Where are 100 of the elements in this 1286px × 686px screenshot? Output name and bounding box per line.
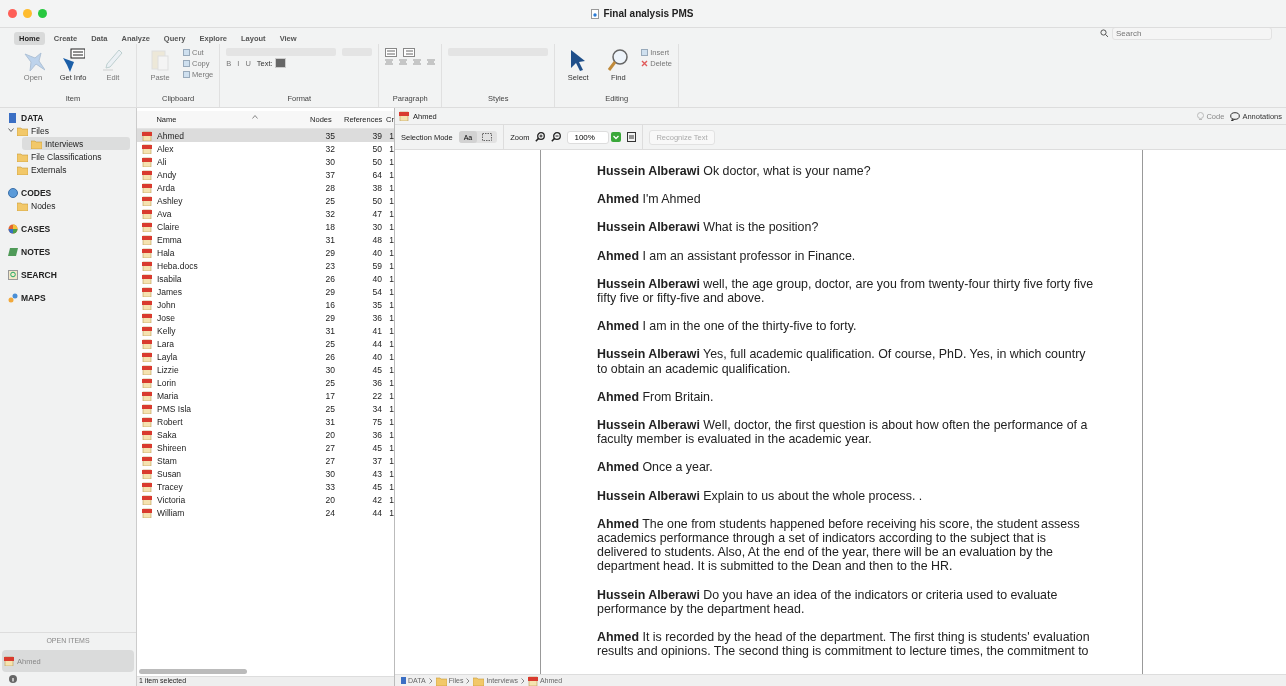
file-row[interactable]: Claire 18 30 1 (137, 220, 394, 233)
file-row[interactable]: Lizzie 30 45 1 (137, 363, 394, 376)
file-row[interactable]: Arda 28 38 1 (137, 181, 394, 194)
file-row[interactable]: Layla 26 40 1 (137, 350, 394, 363)
chevron-right-icon (520, 677, 525, 684)
file-icon (142, 182, 152, 193)
table-cell-text: 1 (388, 481, 394, 492)
file-icon (4, 656, 14, 666)
file-icon (142, 364, 152, 375)
file-icon (142, 273, 152, 284)
table-cell-text: 1 (388, 325, 394, 336)
zoom-button[interactable] (38, 9, 47, 18)
table-cell-text: 45 (371, 481, 382, 492)
chevron-down-icon (8, 127, 14, 133)
sidebar-section[interactable]: SEARCH (8, 268, 130, 281)
file-row[interactable]: Emma 31 48 1 (137, 233, 394, 246)
sidebar-section[interactable]: MAPS (8, 291, 130, 304)
file-icon (527, 675, 538, 686)
file-row[interactable]: Isabila 26 40 1 (137, 272, 394, 285)
tree-item[interactable]: Externals (8, 163, 130, 176)
minimize-button[interactable] (23, 9, 32, 18)
chevron-right-icon (428, 677, 433, 684)
file-row[interactable]: Alex 32 50 1 (137, 142, 394, 155)
file-row[interactable]: Lorin 25 36 1 (137, 376, 394, 389)
table-cell-text: Lorin (157, 377, 177, 388)
database-icon (401, 677, 406, 684)
file-icon (142, 325, 152, 336)
file-row[interactable]: Ava 32 47 1 (137, 207, 394, 220)
file-row[interactable]: Hala 29 40 1 (137, 246, 394, 259)
sidebar-section[interactable]: DATA (8, 111, 130, 124)
table-cell-text: 38 (371, 182, 382, 193)
file-row[interactable]: Maria 17 22 1 (137, 389, 394, 402)
file-row[interactable]: Kelly 31 41 1 (137, 324, 394, 337)
file-row[interactable]: Stam 27 37 1 (137, 454, 394, 467)
folder-icon (17, 151, 28, 162)
table-cell-text: 43 (371, 468, 382, 479)
sidebar-section[interactable]: NOTES (8, 245, 130, 258)
file-icon (142, 143, 152, 154)
table-cell-text: 31 (324, 234, 335, 245)
magnifier-icon (606, 48, 631, 72)
small-tool-icon (641, 49, 649, 56)
transcript-paragraph: Ahmed I am an assistant professor in Finance. (597, 248, 857, 263)
file-row[interactable]: William 24 44 1 (137, 506, 394, 519)
table-cell-text: 1 (388, 312, 394, 323)
file-icon (142, 260, 152, 271)
file-icon (142, 208, 152, 219)
file-row[interactable]: Heba.docs 23 59 1 (137, 259, 394, 272)
table-cell-text: 27 (324, 455, 335, 466)
tree-item[interactable]: Nodes (8, 199, 130, 212)
file-row[interactable]: Robert 31 75 1 (137, 415, 394, 428)
tree-item[interactable]: File Classifications (8, 150, 130, 163)
table-cell-text: Saka (157, 429, 178, 440)
sidebar-section[interactable]: CODES (8, 186, 130, 199)
table-cell-text: Jose (157, 312, 176, 323)
scrollbar-thumb[interactable] (139, 668, 247, 674)
dropdown-icon (611, 132, 622, 142)
file-row[interactable]: James 29 54 1 (137, 285, 394, 298)
file-row[interactable]: Shireen 27 45 1 (137, 441, 394, 454)
file-row[interactable]: Lara 25 44 1 (137, 337, 394, 350)
file-icon (142, 429, 152, 440)
file-row[interactable]: Victoria 20 42 1 (137, 493, 394, 506)
transcript-paragraph: Ahmed From Britain. (597, 389, 715, 405)
file-row[interactable]: PMS Isla 25 34 1 (137, 402, 394, 415)
table-cell-text: 30 (324, 468, 335, 479)
table-cell-text: Ahmed (157, 130, 185, 141)
table-cell-text: Isabila (157, 273, 183, 284)
lightbulb-icon (1197, 111, 1205, 121)
transcript-paragraph: Hussein Alberawi Explain to us about the whole process. . (597, 488, 924, 503)
file-row[interactable]: Saka 20 36 1 (137, 428, 394, 441)
file-row[interactable]: Tracey 33 45 1 (137, 480, 394, 493)
table-cell-text: 1 (388, 286, 394, 297)
tree-item[interactable]: Files (8, 124, 130, 137)
table-cell-text: 40 (371, 351, 382, 362)
table-cell-text: 31 (324, 325, 335, 336)
table-cell-text: 22 (371, 390, 382, 401)
table-cell-text: 50 (371, 143, 382, 154)
table-cell-text: 1 (388, 468, 394, 479)
file-row[interactable]: Susan 30 43 1 (137, 467, 394, 480)
table-cell-text: 17 (324, 390, 335, 401)
table-cell-text: 33 (324, 481, 335, 492)
file-row[interactable]: Ashley 25 50 1 (137, 194, 394, 207)
file-row[interactable]: Jose 29 36 1 (137, 311, 394, 324)
table-cell-text: Tracey (157, 481, 184, 492)
table-cell-text: 48 (371, 234, 382, 245)
table-cell-text: 1 (388, 299, 394, 310)
table-cell-text: 44 (371, 507, 382, 518)
outdent-icon (403, 48, 416, 57)
zoom-field[interactable]: 100% (567, 130, 610, 144)
table-cell-text: 42 (371, 494, 382, 505)
table-cell-text: 1 (388, 416, 394, 427)
tree-item[interactable]: Interviews (22, 137, 130, 150)
table-cell-text: 1 (388, 247, 394, 258)
sidebar-section[interactable]: CASES (8, 222, 130, 235)
file-row[interactable]: Ali 30 50 1 (137, 155, 394, 168)
file-row[interactable]: Andy 37 64 1 (137, 168, 394, 181)
table-cell-text: Claire (157, 221, 181, 232)
transcript-paragraph: Hussein Alberawi Do you have an idea of the indicators or criteria used to evaluate performance by the department head. (597, 587, 1059, 617)
file-row[interactable]: Ahmed 35 39 1 (137, 129, 394, 142)
close-button[interactable] (8, 9, 17, 18)
file-row[interactable]: John 16 35 1 (137, 298, 394, 311)
